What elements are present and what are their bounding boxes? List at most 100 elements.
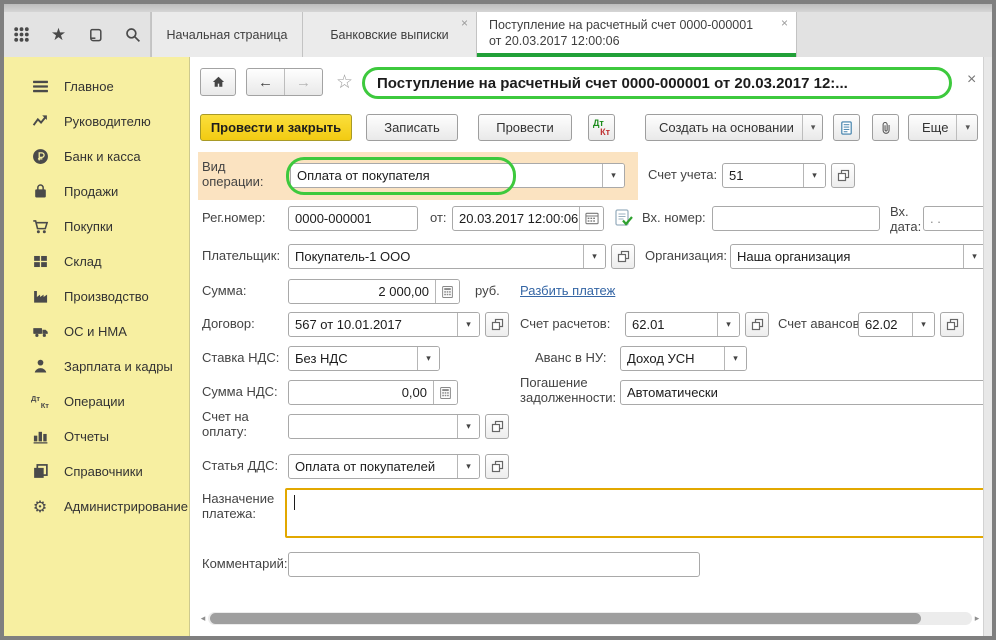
payer-label: Плательщик:: [202, 248, 280, 263]
advance-account-field[interactable]: 62.02 ▾: [858, 312, 935, 337]
write-button[interactable]: Записать: [366, 114, 458, 141]
account-field[interactable]: 51 ▾: [722, 163, 826, 188]
paperclip-icon: [879, 120, 893, 136]
sidebar-item-purchases[interactable]: Покупки: [4, 209, 189, 244]
contract-open-button[interactable]: [485, 312, 509, 337]
sidebar-item-label: Отчеты: [64, 429, 109, 444]
open-squares-icon: [491, 420, 504, 433]
history-scroll-icon: [88, 27, 104, 43]
sidebar-item-main[interactable]: Главное: [4, 69, 189, 104]
chevron-down-icon[interactable]: ▾: [583, 245, 605, 268]
more-button[interactable]: Еще ▾: [908, 114, 978, 141]
organization-field[interactable]: Наша организация ▾: [730, 244, 986, 269]
chevron-down-icon[interactable]: ▾: [803, 164, 825, 187]
calculator-button[interactable]: [433, 381, 457, 404]
sidebar-item-production[interactable]: Производство: [4, 279, 189, 314]
chevron-down-icon[interactable]: ▾: [724, 347, 746, 370]
show-postings-button[interactable]: Дт Кт: [588, 114, 615, 141]
account-open-button[interactable]: [831, 163, 855, 188]
sidebar-item-operations[interactable]: ДтКт Операции: [4, 384, 189, 419]
dds-item-field[interactable]: Оплата от покупателей ▾: [288, 454, 480, 479]
blocks-icon: [30, 253, 50, 270]
tab-bank-statements[interactable]: Банковские выписки ×: [303, 12, 477, 57]
sidebar-item-bank-cash[interactable]: Банк и касса: [4, 139, 189, 174]
vertical-scroll-area[interactable]: [983, 57, 992, 636]
tab-close-icon[interactable]: ×: [781, 17, 788, 29]
bag-icon: [30, 183, 50, 200]
vat-rate-field[interactable]: Без НДС ▾: [288, 346, 440, 371]
settlement-account-open-button[interactable]: [745, 312, 769, 337]
date-field[interactable]: 20.03.2017 12:00:06: [452, 206, 604, 231]
debt-repayment-field[interactable]: Автоматически: [620, 380, 986, 405]
calculator-button[interactable]: [435, 280, 459, 303]
close-form-icon[interactable]: ×: [967, 71, 976, 89]
section-sidebar: Главное Руководителю Банк и касса Продаж…: [4, 57, 190, 636]
sidebar-item-administration[interactable]: ⚙ Администрирование: [4, 489, 189, 524]
chevron-down-icon[interactable]: ▾: [717, 313, 739, 336]
scrollbar-track[interactable]: [208, 612, 972, 625]
invoice-open-button[interactable]: [485, 414, 509, 439]
open-squares-icon: [491, 318, 504, 331]
chevron-down-icon[interactable]: ▾: [417, 347, 439, 370]
sidebar-item-payroll-hr[interactable]: Зарплата и кадры: [4, 349, 189, 384]
sidebar-item-label: Банк и касса: [64, 149, 141, 164]
amount-field[interactable]: 2 000,00: [288, 279, 460, 304]
tab-close-icon[interactable]: ×: [461, 17, 468, 29]
payer-open-button[interactable]: [611, 244, 635, 269]
split-payment-link[interactable]: Разбить платеж: [520, 283, 615, 298]
sidebar-item-directories[interactable]: Справочники: [4, 454, 189, 489]
operation-kind-field[interactable]: Оплата от покупателя ▾: [290, 163, 625, 188]
post-button[interactable]: Провести: [478, 114, 572, 141]
payment-purpose-textarea[interactable]: [285, 488, 986, 538]
horizontal-scrollbar[interactable]: ◂ ▸: [198, 611, 982, 626]
back-button[interactable]: ←: [247, 69, 284, 95]
favorite-star-icon[interactable]: ☆: [336, 71, 353, 94]
chevron-down-icon[interactable]: ▾: [457, 313, 479, 336]
history-button[interactable]: [84, 22, 108, 48]
sidebar-item-manager[interactable]: Руководителю: [4, 104, 189, 139]
incoming-number-field[interactable]: [712, 206, 880, 231]
chevron-down-icon[interactable]: ▾: [963, 245, 985, 268]
sidebar-item-fixed-assets[interactable]: ОС и НМА: [4, 314, 189, 349]
quick-tools: ★: [4, 12, 151, 58]
advance-nu-field[interactable]: Доход УСН ▾: [620, 346, 747, 371]
sidebar-item-sales[interactable]: Продажи: [4, 174, 189, 209]
search-button[interactable]: [121, 22, 145, 48]
sidebar-item-reports[interactable]: Отчеты: [4, 419, 189, 454]
create-on-basis-button[interactable]: Создать на основании ▾: [645, 114, 823, 141]
forward-button[interactable]: →: [284, 69, 322, 95]
tab-receipt-document[interactable]: Поступление на расчетный счет 0000-00000…: [477, 12, 797, 57]
calendar-button[interactable]: [579, 207, 603, 230]
calendar-icon: [585, 212, 599, 225]
vat-amount-field[interactable]: 0,00: [288, 380, 458, 405]
sidebar-item-warehouse[interactable]: Склад: [4, 244, 189, 279]
title-highlight-annotation: Поступление на расчетный счет 0000-00000…: [362, 67, 952, 99]
invoice-field[interactable]: ▾: [288, 414, 480, 439]
scroll-left-icon[interactable]: ◂: [198, 613, 208, 624]
sidebar-item-label: Администрирование: [64, 499, 188, 514]
document-icon: [839, 120, 854, 136]
app-window: ★ Начальная страница Банковские выписки …: [0, 0, 996, 640]
menu-grid-button[interactable]: [10, 22, 34, 48]
chevron-down-icon[interactable]: ▾: [457, 415, 479, 438]
payer-field[interactable]: Покупатель-1 ООО ▾: [288, 244, 606, 269]
post-and-close-button[interactable]: Провести и закрыть: [200, 114, 352, 141]
home-button[interactable]: [200, 68, 236, 96]
dds-item-open-button[interactable]: [485, 454, 509, 479]
favorites-button[interactable]: ★: [47, 22, 71, 48]
chevron-down-icon[interactable]: ▾: [912, 313, 934, 336]
scroll-right-icon[interactable]: ▸: [972, 613, 982, 624]
document-structure-button[interactable]: [833, 114, 860, 141]
attachments-button[interactable]: [872, 114, 899, 141]
chevron-down-icon[interactable]: ▾: [602, 164, 624, 187]
advance-account-open-button[interactable]: [940, 312, 964, 337]
tab-home[interactable]: Начальная страница: [151, 12, 303, 57]
cart-icon: [30, 218, 50, 235]
scrollbar-thumb[interactable]: [210, 613, 921, 624]
chevron-down-icon[interactable]: ▾: [457, 455, 479, 478]
incoming-date-field[interactable]: . .: [923, 206, 986, 231]
comment-field[interactable]: [288, 552, 700, 577]
reg-number-field[interactable]: 0000-000001: [288, 206, 418, 231]
settlement-account-field[interactable]: 62.01 ▾: [625, 312, 740, 337]
contract-field[interactable]: 567 от 10.01.2017 ▾: [288, 312, 480, 337]
